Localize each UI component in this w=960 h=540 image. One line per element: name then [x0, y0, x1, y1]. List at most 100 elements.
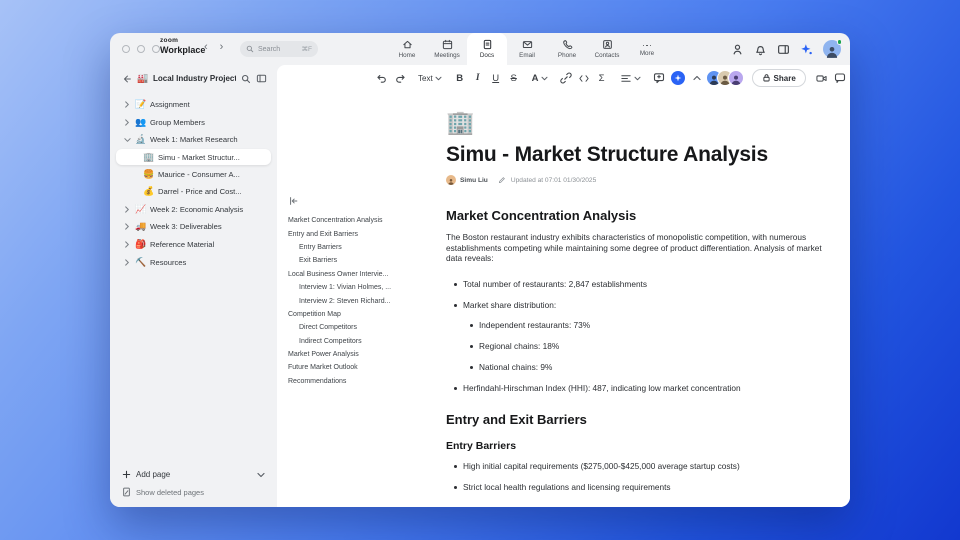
- bullet-list: Total number of restaurants: 2,847 estab…: [446, 278, 828, 394]
- chart-emoji-icon: 📈: [135, 203, 147, 214]
- outline-item[interactable]: Entry and Exit Barriers: [288, 227, 420, 240]
- tab-home[interactable]: Home: [387, 33, 427, 65]
- sidebar-item-week2[interactable]: 📈 Week 2: Economic Analysis: [110, 200, 277, 218]
- language-button[interactable]: [849, 69, 850, 87]
- bullet-item: Strict local health regulations and lice…: [446, 482, 828, 493]
- bullet-item: Regional chains: 18%: [446, 342, 828, 352]
- text-style-dropdown[interactable]: Text: [415, 69, 445, 87]
- sidebar-item-reference-material[interactable]: 🎒 Reference Material: [110, 236, 277, 254]
- chat-bubble-icon: [834, 73, 845, 83]
- tab-phone[interactable]: Phone: [547, 33, 587, 65]
- sidebar-item-resources[interactable]: ⛏️ Resources: [110, 253, 277, 271]
- bullet-item: High initial capital requirements ($275,…: [446, 462, 828, 472]
- app-tabs: Home Meetings Docs Email Phone Contacts: [387, 33, 667, 65]
- document-byline: Simu Liu Updated at 07:01 01/30/2025: [446, 175, 828, 185]
- phone-icon: [562, 40, 572, 50]
- outline-item[interactable]: Market Concentration Analysis: [288, 214, 420, 227]
- open-chat-button[interactable]: [831, 69, 849, 87]
- chevron-down-icon[interactable]: [257, 472, 265, 478]
- calendar-icon: [442, 39, 452, 50]
- user-avatar[interactable]: [823, 39, 842, 58]
- sidebar-search-icon[interactable]: [241, 74, 251, 84]
- tab-docs[interactable]: Docs: [467, 33, 507, 65]
- bullet-text: Regional chains: 18%: [479, 341, 560, 352]
- more-icon: [642, 44, 652, 47]
- avatar-person-icon: [826, 46, 838, 58]
- outline-item[interactable]: Direct Competitors: [288, 321, 420, 334]
- docs-icon: [483, 39, 491, 50]
- undo-button[interactable]: [373, 69, 391, 87]
- bullet-list: High initial capital requirements ($275,…: [446, 462, 828, 492]
- bullet-item: Herfindahl-Hirschman Index (HHI): 487, i…: [446, 382, 828, 394]
- tab-email[interactable]: Email: [507, 33, 547, 65]
- bullet-dot: [454, 386, 457, 390]
- project-title: Local Industry Project: [153, 74, 236, 83]
- sidebar-item-assignment[interactable]: 📝 Assignment: [110, 96, 277, 114]
- tab-contacts[interactable]: Contacts: [587, 33, 627, 65]
- back-arrow-icon[interactable]: ‹: [204, 41, 208, 53]
- collapse-outline-icon[interactable]: [288, 196, 299, 206]
- outline-item[interactable]: Entry Barriers: [288, 241, 420, 254]
- email-icon: [522, 41, 532, 49]
- bullet-text: Independent restaurants: 73%: [479, 320, 591, 331]
- bullet-text: Market share distribution:: [463, 299, 557, 310]
- bullet-dot: [470, 345, 473, 349]
- minimize-window-button[interactable]: [137, 45, 145, 53]
- show-deleted-pages-button[interactable]: Show deleted pages: [110, 483, 277, 501]
- sidebar-item-week1[interactable]: 🔬 Week 1: Market Research: [110, 131, 277, 149]
- outline-item[interactable]: Interview 1: Vivian Holmes, ...: [288, 281, 420, 294]
- outline-item[interactable]: Indirect Competitors: [288, 335, 420, 348]
- sidebar-item-simu-doc[interactable]: 🏢 Simu - Market Structur...: [116, 148, 271, 166]
- bullet-dot: [454, 303, 457, 307]
- bullet-text: Herfindahl-Hirschman Index (HHI): 487, i…: [463, 382, 741, 393]
- outline-item[interactable]: Future Market Outlook: [288, 361, 420, 374]
- sidebar-item-darrel-doc[interactable]: 💰 Darrel - Price and Cost...: [110, 183, 277, 201]
- document-outline: Market Concentration Analysis Entry and …: [288, 196, 420, 388]
- profile-icon[interactable]: [731, 43, 744, 56]
- chevron-right-icon: [125, 258, 129, 266]
- maximize-window-button[interactable]: [152, 45, 160, 53]
- sidebar-item-label: Resources: [150, 257, 187, 267]
- bullet-item: Independent restaurants: 73%: [446, 321, 828, 331]
- side-panel-icon[interactable]: [777, 43, 790, 56]
- sidebar-item-group-members[interactable]: 👥 Group Members: [110, 114, 277, 132]
- pickaxe-emoji-icon: ⛏️: [135, 256, 147, 267]
- collapse-sidebar-icon[interactable]: [256, 73, 267, 84]
- online-status-dot: [836, 39, 842, 45]
- sidebar-item-label: Group Members: [150, 117, 205, 127]
- author-name: Simu Liu: [460, 176, 488, 184]
- sidebar-item-week3[interactable]: 🚚 Week 3: Deliverables: [110, 218, 277, 236]
- back-arrow-icon[interactable]: [122, 74, 132, 84]
- sidebar-item-label: Maurice - Consumer A...: [158, 169, 240, 179]
- tab-label: Docs: [479, 52, 495, 59]
- home-icon: [402, 40, 412, 49]
- outline-item[interactable]: Local Business Owner Intervie...: [288, 268, 420, 281]
- outline-item[interactable]: Exit Barriers: [288, 254, 420, 267]
- titlebar-right-actions: [731, 33, 842, 65]
- redo-button[interactable]: [391, 69, 409, 87]
- document-title[interactable]: Simu - Market Structure Analysis: [446, 143, 828, 167]
- bullet-text: High initial capital requirements ($275,…: [463, 461, 740, 472]
- chevron-right-icon: [125, 119, 129, 126]
- bullet-item: Market share distribution:: [446, 299, 828, 311]
- burger-emoji-icon: 🍔: [143, 168, 155, 179]
- tab-more[interactable]: More: [627, 33, 667, 65]
- document-content[interactable]: 🏢 Simu - Market Structure Analysis Simu …: [446, 65, 828, 504]
- outline-item[interactable]: Recommendations: [288, 375, 420, 388]
- outline-item[interactable]: Interview 2: Steven Richard...: [288, 294, 420, 307]
- bullet-text: Total number of restaurants: 2,847 estab…: [463, 278, 648, 289]
- add-page-button[interactable]: Add page: [110, 466, 277, 483]
- chevron-right-icon: [125, 206, 129, 213]
- chevron-right-icon: [125, 241, 129, 248]
- outline-item[interactable]: Competition Map: [288, 308, 420, 321]
- close-window-button[interactable]: [122, 45, 130, 53]
- global-search-input[interactable]: Search ⌘F: [240, 41, 318, 57]
- show-deleted-pages-label: Show deleted pages: [136, 487, 204, 497]
- sidebar-item-maurice-doc[interactable]: 🍔 Maurice - Consumer A...: [110, 165, 277, 183]
- chevron-down-icon: [123, 138, 131, 142]
- notifications-bell-icon[interactable]: [754, 43, 767, 56]
- tab-meetings[interactable]: Meetings: [427, 33, 467, 65]
- ai-companion-sparkle-icon[interactable]: [800, 43, 813, 56]
- forward-arrow-icon[interactable]: ›: [220, 41, 224, 53]
- outline-item[interactable]: Market Power Analysis: [288, 348, 420, 361]
